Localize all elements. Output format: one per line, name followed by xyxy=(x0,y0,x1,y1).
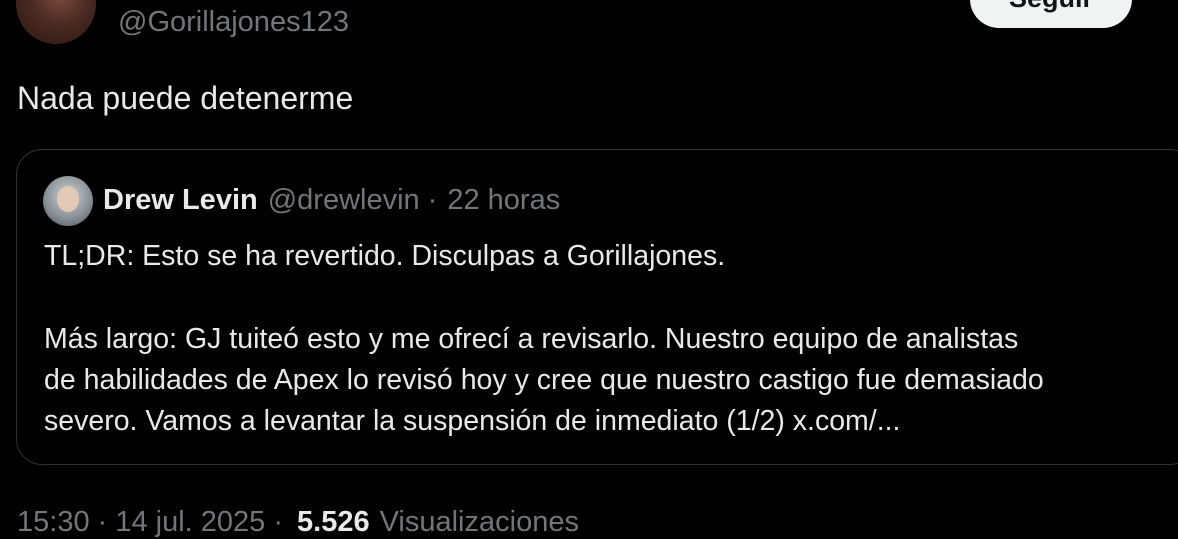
views-label: Visualizaciones xyxy=(379,506,579,538)
quoted-tweet-header: Drew Levin @drewlevin · 22 horas xyxy=(103,184,560,217)
author-avatar[interactable] xyxy=(16,0,96,44)
tweet-meta: 15:30 · 14 jul. 2025 · 5.526 Visualizaci… xyxy=(17,506,579,539)
quoted-author-avatar[interactable] xyxy=(43,176,93,226)
views-count: 5.526 xyxy=(297,506,370,538)
quoted-tweet-time[interactable]: 22 horas xyxy=(447,184,560,217)
quoted-author-name[interactable]: Drew Levin xyxy=(103,184,258,217)
separator-dot: · xyxy=(427,184,438,216)
quoted-text-line: TL;DR: Esto se ha revertido. Disculpas a… xyxy=(44,240,726,272)
quoted-author-handle[interactable]: @drewlevin xyxy=(268,184,420,217)
quoted-text-line: Más largo: GJ tuiteó esto y me ofrecí a … xyxy=(44,323,1019,355)
quoted-text-line: severo. Vamos a levantar la suspensión d… xyxy=(44,405,901,437)
author-handle[interactable]: @Gorillajones123 xyxy=(118,6,349,39)
quoted-tweet-card[interactable]: Drew Levin @drewlevin · 22 horas TL;DR: … xyxy=(16,149,1178,465)
tweet-text: Nada puede detenerme xyxy=(17,80,354,116)
quoted-text-line: de habilidades de Apex lo revisó hoy y c… xyxy=(44,364,1044,396)
tweet-timestamp[interactable]: 15:30 · 14 jul. 2025 · xyxy=(17,506,283,539)
follow-button[interactable]: Seguir xyxy=(970,0,1132,28)
